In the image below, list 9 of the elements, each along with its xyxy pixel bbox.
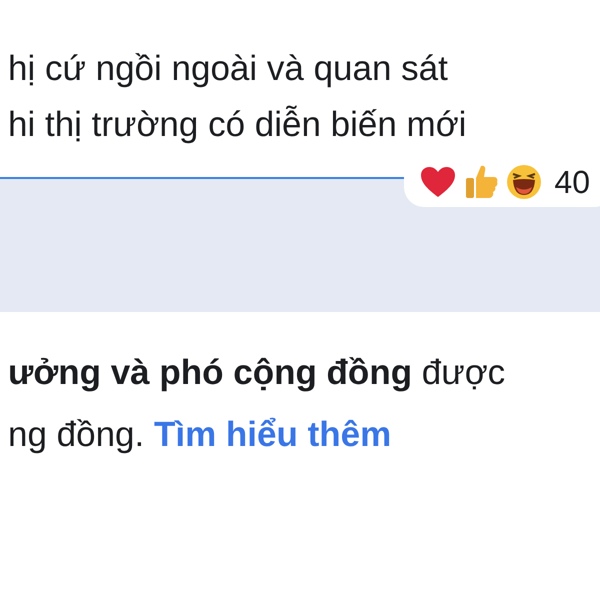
- heart-icon: [420, 166, 456, 198]
- reaction-count: 40: [554, 163, 590, 202]
- learn-more-link[interactable]: Tìm hiểu thêm: [154, 415, 392, 454]
- notice-text: ng đồng. Tìm hiểu thêm: [8, 414, 392, 456]
- post-text: hi thị trường có diễn biến mới: [8, 104, 466, 146]
- thumbs-up-icon: [464, 164, 498, 200]
- notice-text: ưởng và phó cộng đồng được: [8, 352, 506, 394]
- post-text: hị cứ ngồi ngoài và quan sát: [8, 48, 448, 90]
- laughing-face-icon: [506, 164, 542, 200]
